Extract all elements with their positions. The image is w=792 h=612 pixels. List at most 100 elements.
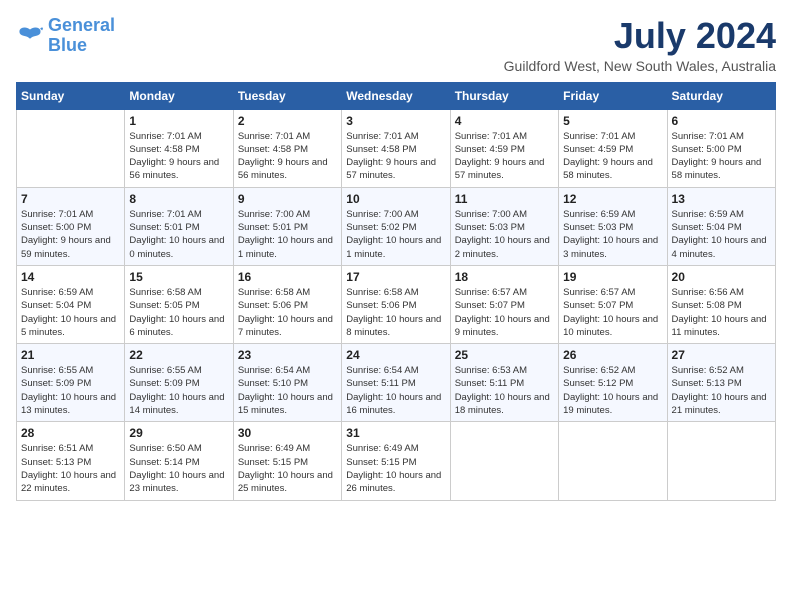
day-info: Sunrise: 6:53 AMSunset: 5:11 PMDaylight:… <box>455 364 554 417</box>
calendar-cell: 8 Sunrise: 7:01 AMSunset: 5:01 PMDaylight… <box>125 187 233 265</box>
day-number: 9 <box>238 192 337 206</box>
calendar-cell: 24 Sunrise: 6:54 AMSunset: 5:11 PMDayligh… <box>342 344 450 422</box>
day-number: 29 <box>129 426 228 440</box>
calendar-cell: 4 Sunrise: 7:01 AMSunset: 4:59 PMDaylight… <box>450 109 558 187</box>
calendar-cell <box>17 109 125 187</box>
week-row-3: 14 Sunrise: 6:59 AMSunset: 5:04 PMDayligh… <box>17 265 776 343</box>
calendar-cell: 12Sunrise: 6:59 AMSunset: 5:03 PMDayligh… <box>559 187 667 265</box>
day-number: 31 <box>346 426 445 440</box>
header-cell-sunday: Sunday <box>17 82 125 109</box>
day-info: Sunrise: 6:58 AMSunset: 5:06 PMDaylight:… <box>346 286 445 339</box>
day-info: Sunrise: 6:55 AMSunset: 5:09 PMDaylight:… <box>129 364 228 417</box>
day-info: Sunrise: 6:51 AMSunset: 5:13 PMDaylight:… <box>21 442 120 495</box>
calendar-cell: 2 Sunrise: 7:01 AMSunset: 4:58 PMDaylight… <box>233 109 341 187</box>
day-number: 11 <box>455 192 554 206</box>
day-number: 8 <box>129 192 228 206</box>
calendar-cell: 11 Sunrise: 7:00 AMSunset: 5:03 PMDayligh… <box>450 187 558 265</box>
day-number: 30 <box>238 426 337 440</box>
day-number: 18 <box>455 270 554 284</box>
calendar-cell: 18 Sunrise: 6:57 AMSunset: 5:07 PMDayligh… <box>450 265 558 343</box>
day-number: 21 <box>21 348 120 362</box>
week-row-4: 21 Sunrise: 6:55 AMSunset: 5:09 PMDayligh… <box>17 344 776 422</box>
day-info: Sunrise: 7:01 AMSunset: 4:59 PMDaylight:… <box>455 130 554 183</box>
calendar-cell: 5 Sunrise: 7:01 AMSunset: 4:59 PMDaylight… <box>559 109 667 187</box>
day-number: 1 <box>129 114 228 128</box>
day-info: Sunrise: 7:01 AMSunset: 4:58 PMDaylight:… <box>346 130 445 183</box>
calendar-cell: 14 Sunrise: 6:59 AMSunset: 5:04 PMDayligh… <box>17 265 125 343</box>
calendar-cell: 29Sunrise: 6:50 AMSunset: 5:14 PMDayligh… <box>125 422 233 500</box>
calendar-cell: 30 Sunrise: 6:49 AMSunset: 5:15 PMDayligh… <box>233 422 341 500</box>
calendar-cell: 7Sunrise: 7:01 AMSunset: 5:00 PMDaylight… <box>17 187 125 265</box>
calendar-cell: 13 Sunrise: 6:59 AMSunset: 5:04 PMDayligh… <box>667 187 775 265</box>
calendar-cell: 28Sunrise: 6:51 AMSunset: 5:13 PMDayligh… <box>17 422 125 500</box>
day-info: Sunrise: 6:56 AMSunset: 5:08 PMDaylight:… <box>672 286 771 339</box>
day-number: 2 <box>238 114 337 128</box>
calendar-cell: 27 Sunrise: 6:52 AMSunset: 5:13 PMDayligh… <box>667 344 775 422</box>
day-info: Sunrise: 6:52 AMSunset: 5:12 PMDaylight:… <box>563 364 662 417</box>
day-info: Sunrise: 6:49 AMSunset: 5:15 PMDaylight:… <box>238 442 337 495</box>
calendar-cell: 31Sunrise: 6:49 AMSunset: 5:15 PMDayligh… <box>342 422 450 500</box>
header-cell-friday: Friday <box>559 82 667 109</box>
day-info: Sunrise: 6:57 AMSunset: 5:07 PMDaylight:… <box>563 286 662 339</box>
calendar-cell: 9 Sunrise: 7:00 AMSunset: 5:01 PMDaylight… <box>233 187 341 265</box>
day-number: 19 <box>563 270 662 284</box>
day-info: Sunrise: 6:57 AMSunset: 5:07 PMDaylight:… <box>455 286 554 339</box>
location-subtitle: Guildford West, New South Wales, Austral… <box>504 58 776 74</box>
day-number: 23 <box>238 348 337 362</box>
day-number: 6 <box>672 114 771 128</box>
day-info: Sunrise: 6:59 AMSunset: 5:04 PMDaylight:… <box>672 208 771 261</box>
day-info: Sunrise: 6:58 AMSunset: 5:06 PMDaylight:… <box>238 286 337 339</box>
day-number: 24 <box>346 348 445 362</box>
day-number: 27 <box>672 348 771 362</box>
logo-icon <box>16 22 44 50</box>
calendar-cell: 6 Sunrise: 7:01 AMSunset: 5:00 PMDaylight… <box>667 109 775 187</box>
day-info: Sunrise: 7:00 AMSunset: 5:01 PMDaylight:… <box>238 208 337 261</box>
month-title: July 2024 <box>504 16 776 56</box>
day-number: 5 <box>563 114 662 128</box>
day-number: 17 <box>346 270 445 284</box>
calendar-cell: 19 Sunrise: 6:57 AMSunset: 5:07 PMDayligh… <box>559 265 667 343</box>
calendar-cell: 20 Sunrise: 6:56 AMSunset: 5:08 PMDayligh… <box>667 265 775 343</box>
day-number: 4 <box>455 114 554 128</box>
calendar-cell <box>559 422 667 500</box>
week-row-2: 7Sunrise: 7:01 AMSunset: 5:00 PMDaylight… <box>17 187 776 265</box>
calendar-cell: 22Sunrise: 6:55 AMSunset: 5:09 PMDayligh… <box>125 344 233 422</box>
day-info: Sunrise: 7:01 AMSunset: 5:00 PMDaylight:… <box>672 130 771 183</box>
day-info: Sunrise: 6:54 AMSunset: 5:10 PMDaylight:… <box>238 364 337 417</box>
title-section: July 2024 Guildford West, New South Wale… <box>504 16 776 74</box>
calendar-header: SundayMondayTuesdayWednesdayThursdayFrid… <box>17 82 776 109</box>
day-info: Sunrise: 6:59 AMSunset: 5:04 PMDaylight:… <box>21 286 120 339</box>
day-info: Sunrise: 6:58 AMSunset: 5:05 PMDaylight:… <box>129 286 228 339</box>
calendar-cell: 3 Sunrise: 7:01 AMSunset: 4:58 PMDaylight… <box>342 109 450 187</box>
header-cell-wednesday: Wednesday <box>342 82 450 109</box>
calendar-cell: 1Sunrise: 7:01 AMSunset: 4:58 PMDaylight… <box>125 109 233 187</box>
day-info: Sunrise: 7:01 AMSunset: 4:59 PMDaylight:… <box>563 130 662 183</box>
day-number: 3 <box>346 114 445 128</box>
calendar-body: 1 Sunrise: 7:01 AMSunset: 4:58 PMDaylight… <box>17 109 776 500</box>
week-row-5: 28Sunrise: 6:51 AMSunset: 5:13 PMDayligh… <box>17 422 776 500</box>
calendar-cell: 21 Sunrise: 6:55 AMSunset: 5:09 PMDayligh… <box>17 344 125 422</box>
day-number: 25 <box>455 348 554 362</box>
header-cell-saturday: Saturday <box>667 82 775 109</box>
day-info: Sunrise: 6:55 AMSunset: 5:09 PMDaylight:… <box>21 364 120 417</box>
calendar-cell <box>450 422 558 500</box>
logo-text: GeneralBlue <box>48 16 115 56</box>
day-number: 7 <box>21 192 120 206</box>
header-cell-tuesday: Tuesday <box>233 82 341 109</box>
day-info: Sunrise: 7:01 AMSunset: 5:01 PMDaylight:… <box>129 208 228 261</box>
day-number: 14 <box>21 270 120 284</box>
day-info: Sunrise: 6:54 AMSunset: 5:11 PMDaylight:… <box>346 364 445 417</box>
calendar-cell: 10Sunrise: 7:00 AMSunset: 5:02 PMDayligh… <box>342 187 450 265</box>
calendar-cell: 15 Sunrise: 6:58 AMSunset: 5:05 PMDayligh… <box>125 265 233 343</box>
page-header: GeneralBlue July 2024 Guildford West, Ne… <box>16 16 776 74</box>
day-number: 16 <box>238 270 337 284</box>
calendar-cell: 23 Sunrise: 6:54 AMSunset: 5:10 PMDayligh… <box>233 344 341 422</box>
day-info: Sunrise: 7:01 AMSunset: 4:58 PMDaylight:… <box>238 130 337 183</box>
calendar-cell <box>667 422 775 500</box>
day-number: 15 <box>129 270 228 284</box>
day-number: 20 <box>672 270 771 284</box>
day-info: Sunrise: 7:00 AMSunset: 5:02 PMDaylight:… <box>346 208 445 261</box>
day-number: 13 <box>672 192 771 206</box>
day-info: Sunrise: 7:00 AMSunset: 5:03 PMDaylight:… <box>455 208 554 261</box>
day-info: Sunrise: 6:52 AMSunset: 5:13 PMDaylight:… <box>672 364 771 417</box>
